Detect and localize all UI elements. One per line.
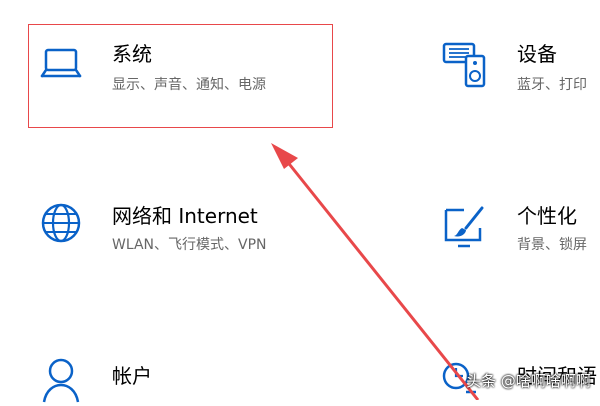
watermark: 头条 @啥啊啥啊啊 [466,372,591,390]
annotation-arrow [271,143,480,400]
